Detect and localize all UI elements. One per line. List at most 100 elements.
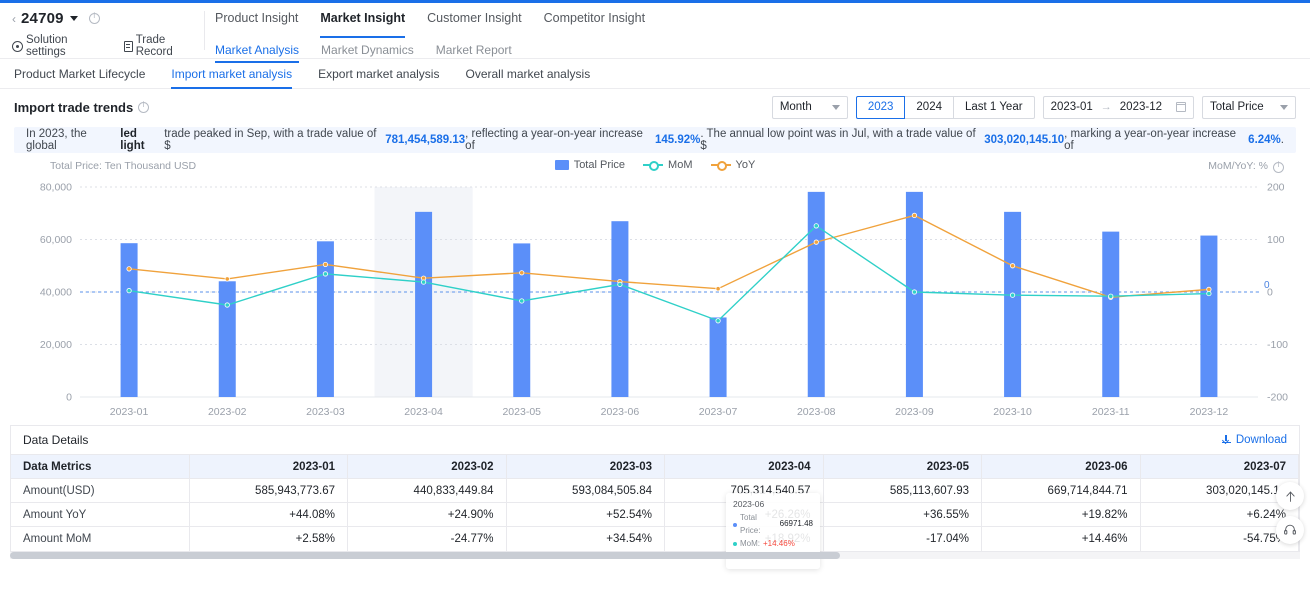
chart-point <box>224 302 230 308</box>
back-to-top-icon <box>1285 491 1295 502</box>
legend-item-yoy[interactable]: YoY <box>710 159 756 171</box>
chart-x-tick-label: 2023-02 <box>208 406 247 418</box>
solution-settings-link[interactable]: Solution settings <box>12 34 110 58</box>
chart-x-tick-label: 2023-07 <box>699 406 738 418</box>
banner-peak-yoy: 145.92% <box>654 134 701 146</box>
table-column-header: 2023-07 <box>1140 454 1299 479</box>
download-label: Download <box>1235 434 1287 446</box>
data-details-header: Data Details Download <box>11 426 1299 454</box>
table-cell: 593,084,505.84 <box>506 478 665 503</box>
table-column-header: 2023-04 <box>664 454 824 479</box>
chart-x-tick-label: 2023-08 <box>797 406 836 418</box>
chart-point <box>1009 263 1016 269</box>
table-header: Data Metrics 2023-01 2023-02 2023-03 2023-04… <box>11 454 1299 479</box>
banner-text-5: , marking a year-on-year increase of <box>1064 128 1237 152</box>
table-row-metric: Amount MoM <box>11 526 190 551</box>
legend-item-total-price[interactable]: Total Price <box>554 159 626 171</box>
download-button[interactable]: Download <box>1221 434 1287 446</box>
chart-point <box>1206 290 1212 297</box>
chart-x-tick-label: 2023-12 <box>1190 406 1229 418</box>
chart-point <box>617 281 623 288</box>
chart-y-tick-label: 20,000 <box>40 339 72 351</box>
chart-x-tick-label: 2023-10 <box>993 406 1032 418</box>
table-cell: -24.77% <box>347 526 507 551</box>
back-to-top-button[interactable] <box>1276 482 1304 510</box>
date-range-arrow: → <box>1100 101 1112 113</box>
chart-x-tick-label: 2023-11 <box>1092 406 1130 418</box>
table-row: Amount YoY +44.08% +24.90% +52.54% +26.26% +3… <box>11 502 1299 527</box>
legend-label-yoy: YoY <box>735 159 756 171</box>
legend-label-mom: MoM <box>668 159 693 171</box>
chart-point <box>519 270 525 276</box>
legend-label-total-price: Total Price <box>573 159 626 171</box>
chart-point <box>420 279 427 285</box>
solution-selector[interactable]: ‹ 24709 <box>12 10 205 27</box>
chevron-left-icon[interactable]: ‹ <box>12 13 16 25</box>
table-column-header: 2023-01 <box>189 454 348 479</box>
chart-zero-marker-label: 0 <box>1264 280 1270 291</box>
chart-y2-tick-label: -100 <box>1267 339 1288 351</box>
tab-product-market-lifecycle[interactable]: Product Market Lifecycle <box>14 59 145 89</box>
year-button-2023[interactable]: 2023 <box>855 95 906 119</box>
trade-record-link[interactable]: Trade Record <box>123 34 205 58</box>
tab-product-insight[interactable]: Product Insight <box>215 6 298 34</box>
solution-settings-label: Solution settings <box>26 34 68 58</box>
year-segmented-control: 2023 2024 Last 1 Year <box>855 95 1035 119</box>
banner-keyword: led light <box>120 128 145 152</box>
tab-customer-insight[interactable]: Customer Insight <box>427 6 521 34</box>
table-cell: +44.08% <box>189 502 348 527</box>
table-body: Amount(USD) 585,943,773.67 440,833,449.84 5… <box>11 478 1299 551</box>
tab-market-insight[interactable]: Market Insight <box>320 6 405 38</box>
granularity-select[interactable]: Month <box>771 95 848 119</box>
trade-trends-chart: Total Price: Ten Thousand USD MoM/YoY: %… <box>14 157 1296 570</box>
tab-competitor-insight[interactable]: Competitor Insight <box>544 6 645 34</box>
table-cell: -17.04% <box>823 526 982 551</box>
info-icon[interactable] <box>138 100 150 113</box>
app-root: ‹ 24709 Solution settings Trade Record P… <box>0 0 1310 599</box>
chevron-down-icon[interactable] <box>69 16 78 21</box>
tab-market-dynamics[interactable]: Market Dynamics <box>321 43 414 57</box>
tab-overall-market-analysis[interactable]: Overall market analysis <box>465 59 590 89</box>
year-button-2024[interactable]: 2024 <box>905 95 954 119</box>
chart-bar <box>415 211 433 397</box>
scrollbar-thumb[interactable] <box>10 551 840 559</box>
headset-support-icon <box>1284 524 1296 535</box>
support-button[interactable] <box>1276 516 1304 544</box>
chart-x-tick-label: 2023-01 <box>110 406 149 418</box>
legend-item-mom[interactable]: MoM <box>643 159 693 171</box>
chart-y2-tick-label: -200 <box>1267 392 1288 404</box>
chart-svg[interactable]: 0 20,000 40,000 60,000 80,000 -200 -100 0 100 200… <box>14 179 1304 425</box>
info-icon[interactable] <box>88 11 100 24</box>
chart-point <box>1108 293 1114 299</box>
tab-market-report[interactable]: Market Report <box>436 43 512 57</box>
legend-swatch-yoy <box>710 161 731 171</box>
chart-bar <box>1102 231 1120 397</box>
table-row-metric: Amount YoY <box>11 502 190 527</box>
tab-market-analysis[interactable]: Market Analysis <box>215 43 300 63</box>
tab-import-market-analysis[interactable]: Import market analysis <box>171 59 292 89</box>
chart-y-tick-label: 0 <box>66 392 72 404</box>
app-header: ‹ 24709 Solution settings Trade Record P… <box>0 3 1310 63</box>
header-left-panel: ‹ 24709 Solution settings Trade Record <box>0 3 205 58</box>
chart-point <box>813 239 819 245</box>
table-cell: +19.82% <box>981 502 1141 527</box>
year-button-last-1-year[interactable]: Last 1 Year <box>954 95 1035 119</box>
banner-text-4: . The annual low point was in Jul, with … <box>700 128 976 152</box>
banner-low-yoy: 6.24% <box>1248 134 1281 146</box>
chart-x-tick-label: 2023-05 <box>502 406 541 418</box>
banner-text-3: , reflecting a year-on-year increase of <box>465 128 643 152</box>
chart-point <box>224 276 230 282</box>
table-cell: +2.58% <box>189 526 348 551</box>
table-cell: +34.54% <box>506 526 665 551</box>
table-horizontal-scrollbar[interactable] <box>10 551 1300 559</box>
document-icon <box>123 40 133 52</box>
primary-tabs: Product Insight Market Insight Customer … <box>215 3 1310 38</box>
chart-bar <box>807 191 825 397</box>
table-cell: 303,020,145.10 <box>1140 478 1299 503</box>
tab-export-market-analysis[interactable]: Export market analysis <box>318 59 439 89</box>
table-cell: 585,113,607.93 <box>823 478 982 503</box>
data-details-card: Data Details Download Data Metrics 2023-0… <box>10 425 1300 552</box>
date-range-picker[interactable]: 2023-01 → 2023-12 <box>1042 95 1194 119</box>
granularity-value: Month <box>779 101 812 113</box>
metric-select[interactable]: Total Price <box>1202 95 1296 119</box>
